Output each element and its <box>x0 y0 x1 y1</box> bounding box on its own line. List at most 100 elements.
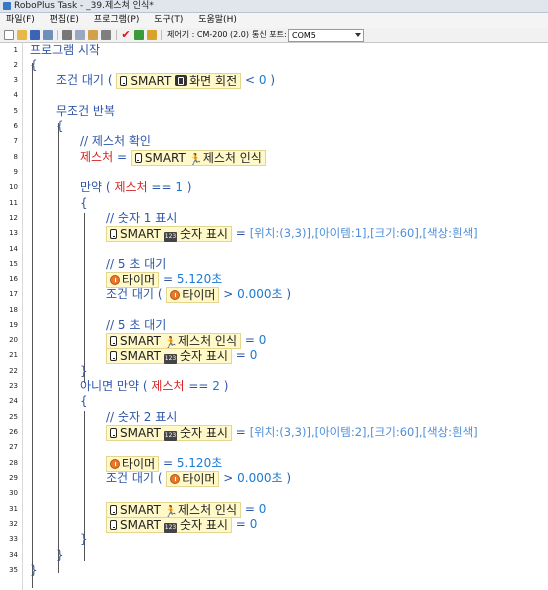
smart-screen-rotation-block[interactable]: SMART 화면 회전 <box>116 73 242 89</box>
code-line[interactable]: 조건 대기 ( 타이머 > 0.000초 ) <box>106 287 292 303</box>
save-as-icon[interactable] <box>43 30 53 40</box>
compile-check-icon[interactable]: ✔ <box>121 29 131 40</box>
smart-number-display-block[interactable]: SMART 123 숫자 표시 <box>106 348 232 364</box>
download-icon[interactable] <box>134 30 144 40</box>
code-line[interactable]: 아니면 만약 ( 제스처 == 2 ) <box>80 379 228 394</box>
smartphone-icon <box>110 351 117 361</box>
code-line[interactable]: 조건 대기 ( 타이머 > 0.000초 ) <box>106 471 291 487</box>
line-number: 11 <box>9 199 18 207</box>
find-icon[interactable] <box>101 30 111 40</box>
menu-help[interactable]: 도움말(H) <box>192 13 243 28</box>
smart-number-display-block[interactable]: SMART 123 숫자 표시 <box>106 425 232 441</box>
value[interactable]: 5.120초 <box>177 456 222 470</box>
code-line[interactable]: // 제스처 확인 <box>80 134 151 149</box>
copy-icon[interactable] <box>75 30 85 40</box>
code-editor[interactable]: 1 프로그램 시작 2 { 3 조건 대기 ( SMART 화면 회전 < 0 … <box>9 43 548 590</box>
variable-gesture[interactable]: 제스처 <box>151 379 184 393</box>
cut-icon[interactable] <box>62 30 72 40</box>
timer-block[interactable]: 타이머 <box>166 287 220 303</box>
paste-icon[interactable] <box>88 30 98 40</box>
smartphone-icon <box>120 76 128 86</box>
menu-file[interactable]: 파일(F) <box>0 13 41 28</box>
value[interactable]: 0 <box>259 333 267 347</box>
line-number: 10 <box>9 183 18 191</box>
smart-gesture-block[interactable]: SMART 🏃제스처 인식 <box>106 502 241 518</box>
code-line[interactable]: 무조건 반복 <box>56 104 115 119</box>
comment: // 숫자 1 표시 <box>106 211 178 225</box>
save-icon[interactable] <box>30 30 40 40</box>
code-line[interactable]: // 5 초 대기 <box>106 318 166 333</box>
gesture-icon: 🏃 <box>163 505 178 518</box>
new-file-icon[interactable] <box>4 30 14 40</box>
smart-number-display-block[interactable]: SMART 123 숫자 표시 <box>106 517 232 533</box>
timer-block[interactable]: 타이머 <box>166 471 220 487</box>
param-label: 숫자 표시 <box>179 349 228 363</box>
menu-program[interactable]: 프로그램(P) <box>88 13 146 28</box>
value[interactable]: 0.000초 <box>237 287 282 301</box>
code-line[interactable]: } <box>56 548 64 563</box>
code-line[interactable]: { <box>80 394 88 409</box>
value[interactable]: 0.000초 <box>237 471 282 485</box>
timer-icon <box>170 474 181 484</box>
code-line[interactable]: // 숫자 1 표시 <box>106 211 177 226</box>
smart-number-display-block[interactable]: SMART 123 숫자 표시 <box>106 226 232 242</box>
line-number: 25 <box>9 413 18 421</box>
comment: // 제스처 확인 <box>80 134 151 148</box>
port-select[interactable]: COM5 <box>288 29 364 42</box>
line-number: 33 <box>9 535 18 543</box>
chevron-down-icon <box>355 33 361 37</box>
code-line[interactable]: 타이머 = 5.120초 <box>106 272 222 288</box>
code-line[interactable]: SMART 123 숫자 표시 = 0 <box>106 348 258 364</box>
code-line[interactable]: { <box>30 58 38 73</box>
value[interactable]: 0 <box>250 517 258 531</box>
code-line[interactable]: } <box>80 532 88 547</box>
open-folder-icon[interactable] <box>17 30 27 40</box>
code-line[interactable]: SMART 123 숫자 표시 = [위치:(3,3)],[아이템:1],[크기:6… <box>106 226 478 242</box>
line-number: 19 <box>9 321 18 329</box>
code-line[interactable]: 조건 대기 ( SMART 화면 회전 < 0 ) <box>56 73 275 89</box>
code-line[interactable]: } <box>80 364 88 379</box>
value[interactable]: 0 <box>250 348 258 362</box>
value[interactable]: 5.120초 <box>177 272 222 286</box>
code-line[interactable]: 제스처 = SMART 🏃제스처 인식 <box>80 150 266 166</box>
timer-block[interactable]: 타이머 <box>106 456 160 472</box>
brace: { <box>56 119 64 133</box>
code-line[interactable]: SMART 🏃제스처 인식 = 0 <box>106 333 267 349</box>
paren-close: ) <box>286 287 292 301</box>
operator: > <box>223 287 234 301</box>
code-line[interactable]: SMART 123 숫자 표시 = 0 <box>106 517 258 533</box>
timer-icon <box>110 275 120 285</box>
code-line[interactable]: { <box>56 119 64 134</box>
menu-edit[interactable]: 편집(E) <box>44 13 85 28</box>
operator: > <box>223 471 234 485</box>
variable-gesture[interactable]: 제스처 <box>114 180 147 194</box>
smart-gesture-block[interactable]: SMART 🏃제스처 인식 <box>106 333 241 349</box>
code-line[interactable]: } <box>30 563 38 578</box>
display-params[interactable]: [위치:(3,3)],[아이템:2],[크기:60],[색상:흰색] <box>250 425 478 439</box>
menu-tools[interactable]: 도구(T) <box>148 13 189 28</box>
timer-block[interactable]: 타이머 <box>106 272 160 288</box>
wait-until-keyword: 조건 대기 <box>106 287 154 301</box>
line-number: 6 <box>13 122 18 130</box>
code-line[interactable]: SMART 🏃제스처 인식 = 0 <box>106 502 267 518</box>
code-line[interactable]: 타이머 = 5.120초 <box>106 456 222 472</box>
code-line[interactable]: SMART 123 숫자 표시 = [위치:(3,3)],[아이템:2],[크기:6… <box>106 425 478 441</box>
smartphone-icon <box>134 153 142 163</box>
line-number: 13 <box>9 229 18 237</box>
controller-label: 제어기 : CM-200 (2.0) <box>167 30 250 39</box>
smartphone-icon <box>110 229 117 239</box>
smart-gesture-block[interactable]: SMART 🏃제스처 인식 <box>130 150 266 166</box>
code-line[interactable]: 만약 ( 제스처 == 1 ) <box>80 180 191 195</box>
line-number: 31 <box>9 505 18 513</box>
port-value: COM5 <box>292 31 316 40</box>
variable-gesture[interactable]: 제스처 <box>80 150 113 164</box>
code-line[interactable]: // 숫자 2 표시 <box>106 410 177 425</box>
device-label: SMART <box>130 74 172 88</box>
code-line[interactable]: 프로그램 시작 <box>30 43 100 58</box>
debug-icon[interactable] <box>147 30 157 40</box>
device-label: SMART <box>120 503 161 517</box>
code-line[interactable]: { <box>80 196 88 211</box>
value[interactable]: 0 <box>259 502 267 516</box>
code-line[interactable]: // 5 초 대기 <box>106 257 166 272</box>
display-params[interactable]: [위치:(3,3)],[아이템:1],[크기:60],[색상:흰색] <box>250 226 478 240</box>
